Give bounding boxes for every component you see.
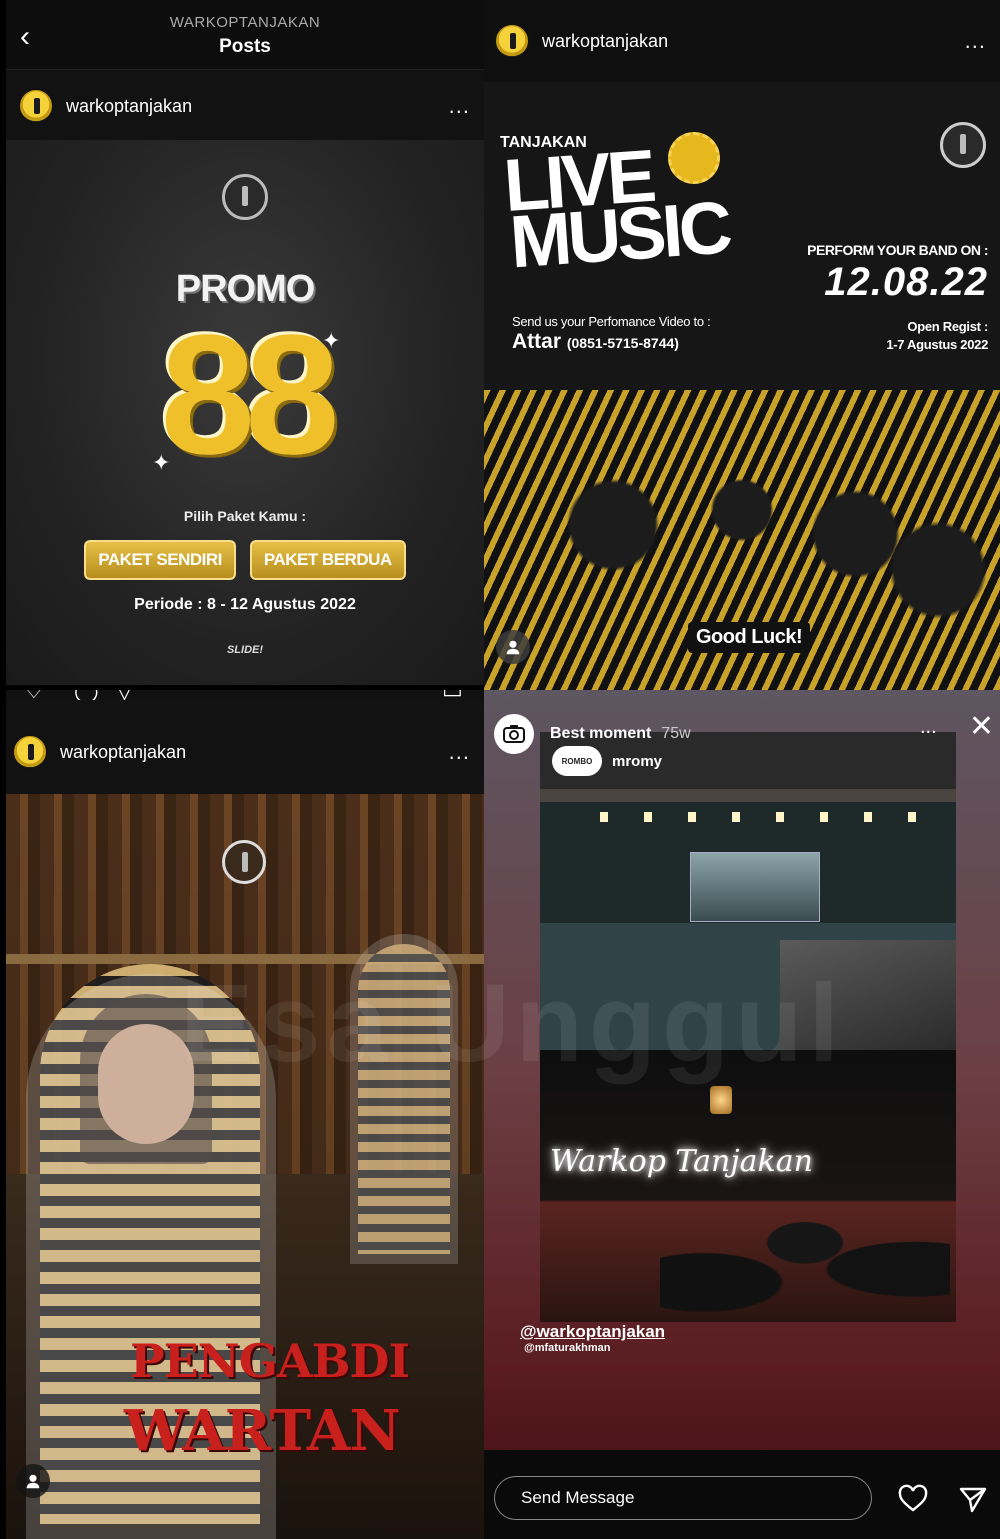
slide-hint: SLIDE! [226, 644, 264, 656]
open-regist: Open Regist : 1-7 Agustus 2022 [886, 318, 988, 353]
perform-date: 12.08.22 [824, 260, 988, 304]
guitar-seal-icon [668, 132, 720, 184]
promo-number: 88 [160, 300, 339, 490]
post-header: warkoptanjakan ... [6, 700, 484, 804]
package-berdua-badge: PAKET BERDUA [249, 540, 406, 580]
avatar[interactable] [18, 88, 54, 124]
sparkle-icon: ✦ [322, 328, 341, 353]
post-image[interactable]: PROMO 88 ✦ ✦ Pilih Paket Kamu : PAKET SE… [6, 140, 484, 685]
heart-icon[interactable] [898, 1484, 928, 1514]
post-header: warkoptanjakan ... [484, 0, 1000, 82]
story-reply-bar [484, 1450, 1000, 1539]
tanjakan-logo-icon [222, 174, 268, 220]
poster-title-line2: WARTAN [124, 1398, 401, 1464]
pendant-lamp [710, 1086, 732, 1114]
story-timestamp: 75w [661, 725, 691, 742]
open-regist-label: Open Regist : [907, 319, 988, 334]
page-title: Posts [219, 36, 271, 57]
display-case [690, 852, 820, 922]
package-sendiri-badge: PAKET SENDIRI [84, 540, 236, 580]
post-username[interactable]: warkoptanjakan [66, 96, 192, 117]
avatar[interactable] [12, 734, 48, 770]
close-icon[interactable]: ✕ [969, 712, 994, 742]
tanjakan-logo-icon [222, 840, 266, 884]
sparkle-icon: ✦ [152, 450, 171, 475]
send-message-input[interactable] [494, 1476, 872, 1520]
good-luck-sticker: Good Luck! [688, 622, 811, 653]
contact: Attar (0851-5715-8744) [512, 330, 679, 354]
seated-people [660, 1190, 950, 1322]
post-image[interactable]: PENGABDI WARTAN [6, 794, 484, 1539]
send-video-label: Send us your Perfomance Video to : [512, 314, 711, 329]
mention-main[interactable]: @warkoptanjakan [520, 1322, 665, 1342]
promo-post-panel: ‹ WARKOPTANJAKAN Posts warkoptanjakan ..… [6, 0, 484, 685]
ceiling-lights [600, 812, 936, 822]
paper-plane-icon[interactable] [958, 1484, 988, 1514]
title-music: MUSIC [507, 185, 732, 284]
movie-parody-post-panel: ♡ ◯ ▽ ▭ warkoptanjakan ... PENGABDI WART… [6, 690, 484, 1539]
more-dots-icon[interactable]: ... [449, 93, 470, 119]
contact-name: Attar [512, 330, 562, 353]
tagged-user-icon[interactable] [16, 1464, 50, 1498]
tagged-user-icon[interactable] [496, 630, 530, 664]
watermark: Esa Unggul [180, 962, 846, 1085]
live-music-post-panel: warkoptanjakan ... TANJAKAN LIVE MUSIC P… [484, 0, 1000, 690]
rombo-badge: ROMBO [552, 746, 602, 776]
tag-username: mromy [612, 752, 663, 770]
more-dots-icon[interactable]: ... [449, 739, 470, 765]
mention-sub[interactable]: @mfaturakhman [524, 1342, 611, 1354]
perform-label: PERFORM YOUR BAND ON : [807, 242, 988, 258]
package-buttons: PAKET SENDIRI PAKET BERDUA [6, 540, 484, 580]
contact-phone: (0851-5715-8744) [566, 335, 679, 351]
avatar[interactable] [494, 23, 530, 59]
post-username[interactable]: warkoptanjakan [60, 742, 186, 763]
tanjakan-logo-icon [940, 122, 986, 168]
pick-package-text: Pilih Paket Kamu : [183, 508, 307, 524]
more-dots-icon[interactable]: ... [965, 28, 986, 54]
neon-sign: Warkop Tanjakan [550, 1144, 813, 1179]
poster-title-line1: PENGABDI [130, 1334, 410, 1388]
story-highlight-name[interactable]: Best moment [550, 725, 651, 743]
post-header: warkoptanjakan ... [6, 72, 484, 140]
cafe-seating-photo: Warkop Tanjakan [540, 1050, 956, 1322]
repost-tag[interactable]: ROMBO mromy [552, 746, 662, 776]
open-regist-dates: 1-7 Agustus 2022 [886, 336, 988, 352]
story-panel: Warkop Tanjakan Best moment 75w ... ✕ RO… [484, 690, 1000, 1539]
posts-top-bar: ‹ WARKOPTANJAKAN Posts [6, 0, 484, 70]
more-dots-icon[interactable]: ... [920, 716, 937, 739]
promo-period: Periode : 8 - 12 Agustus 2022 [134, 596, 356, 613]
camera-icon[interactable] [494, 714, 534, 754]
post-username[interactable]: warkoptanjakan [542, 31, 668, 52]
account-label: WARKOPTANJAKAN [169, 14, 321, 31]
post-image[interactable]: TANJAKAN LIVE MUSIC PERFORM YOUR BAND ON… [484, 82, 1000, 690]
